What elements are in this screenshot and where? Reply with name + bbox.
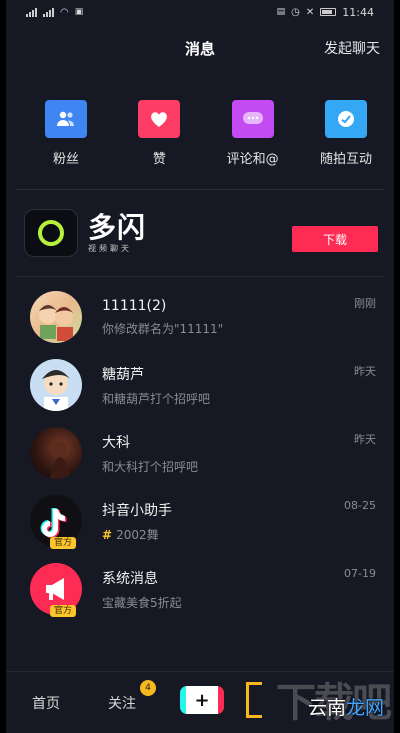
avatar — [30, 291, 82, 343]
page-title: 消息 — [184, 39, 215, 58]
conversation-item[interactable]: 11111(2) 你修改群名为"11111" 刚刚 — [6, 283, 394, 351]
conversation-name: 糖葫芦 — [102, 366, 144, 383]
duoshan-banner[interactable]: 多闪 视频聊天 下载 — [6, 190, 394, 276]
signal-icon-2 — [43, 7, 54, 17]
snap-interact-icon — [324, 100, 367, 138]
conversation-message: #2002舞 — [102, 526, 172, 543]
tab-follow[interactable]: 关注 — [108, 693, 136, 713]
conversation-item[interactable]: 官方 抖音小助手 #2002舞 08-25 — [6, 487, 394, 555]
conversation-name: 抖音小助手 — [102, 502, 172, 519]
notification-icon: ▣ — [74, 7, 84, 17]
conversation-message: 你修改群名为"11111" — [102, 321, 224, 336]
status-bar: ◠ ▣ ▤ ◷ ✕ 11:44 — [6, 0, 394, 24]
conversation-item[interactable]: 官方 系统消息 宝藏美食5折起 07-19 — [6, 555, 394, 623]
quick-action-label: 赞 — [152, 152, 166, 167]
watermark-front-a: 云南 — [307, 697, 346, 719]
app-subtitle: 视频聊天 — [88, 243, 132, 253]
follow-badge: 4 — [140, 680, 156, 696]
avatar: 官方 — [30, 563, 82, 617]
header: 消息 发起聊天 — [6, 24, 394, 72]
conversation-text: 11111(2) 你修改群名为"11111" — [102, 298, 223, 337]
download-button[interactable]: 下载 — [292, 226, 378, 252]
nfc-icon: ▤ — [276, 7, 286, 17]
conversation-name: 11111(2) — [102, 297, 167, 314]
hashtag-icon: # — [102, 527, 113, 542]
tab-home[interactable]: 首页 — [32, 693, 60, 713]
conversation-text: 大科 和大科打个招呼吧 — [102, 432, 198, 475]
conversation-list: 11111(2) 你修改群名为"11111" 刚刚 糖葫芦 和糖葫芦打个招呼吧 … — [6, 277, 394, 623]
conversation-item[interactable]: 大科 和大科打个招呼吧 昨天 — [6, 419, 394, 487]
quick-action-snap[interactable]: 随拍互动 — [310, 100, 382, 189]
comment-icon — [231, 100, 274, 138]
conversation-text: 抖音小助手 #2002舞 — [102, 500, 172, 543]
quick-action-label: 随拍互动 — [319, 152, 372, 167]
conversation-message-text: 2002舞 — [116, 527, 159, 542]
status-time: 11:44 — [342, 5, 374, 19]
conversation-name: 系统消息 — [102, 570, 158, 587]
conversation-message: 和糖葫芦打个招呼吧 — [102, 391, 211, 406]
official-badge: 官方 — [50, 537, 77, 549]
start-chat-button[interactable]: 发起聊天 — [324, 38, 380, 58]
heart-icon — [138, 100, 181, 138]
quick-action-fans[interactable]: 粉丝 — [30, 100, 102, 189]
quick-action-label: 评论和@ — [226, 152, 279, 167]
conversation-text: 糖葫芦 和糖葫芦打个招呼吧 — [102, 364, 210, 407]
alarm-icon: ◷ — [291, 6, 300, 18]
conversation-message: 宝藏美食5折起 — [102, 595, 182, 610]
conversation-time: 昨天 — [354, 365, 376, 378]
signal-icon — [26, 7, 37, 17]
conversation-time: 刚刚 — [354, 297, 376, 310]
wifi-icon: ◠ — [60, 6, 69, 18]
quick-action-comments[interactable]: 评论和@ — [217, 100, 289, 189]
conversation-item[interactable]: 糖葫芦 和糖葫芦打个招呼吧 昨天 — [6, 351, 394, 419]
quick-actions: 粉丝 赞 评论和@ 随拍互动 — [6, 72, 394, 189]
conversation-time: 昨天 — [354, 433, 376, 446]
app-name-block: 多闪 视频聊天 — [88, 210, 147, 254]
official-badge: 官方 — [50, 605, 77, 617]
conversation-time: 07-19 — [344, 567, 376, 580]
app-name: 多闪 — [88, 210, 147, 244]
conversation-message: 和大科打个招呼吧 — [102, 459, 199, 474]
create-button[interactable]: + — [180, 686, 224, 714]
watermark-front-b: 龙网 — [345, 697, 384, 719]
avatar — [30, 359, 82, 411]
mute-icon: ✕ — [305, 6, 315, 18]
messages-screen: ◠ ▣ ▤ ◷ ✕ 11:44 消息 发起聊天 粉丝 赞 评论和@ 随拍互动 多… — [6, 0, 394, 733]
watermark: 下载吧 云南龙网 — [244, 681, 394, 727]
conversation-name: 大科 — [102, 434, 130, 451]
quick-action-likes[interactable]: 赞 — [123, 100, 195, 189]
avatar — [30, 427, 82, 479]
conversation-time: 08-25 — [344, 499, 376, 512]
conversation-text: 系统消息 宝藏美食5折起 — [102, 568, 182, 611]
fans-icon — [45, 100, 87, 138]
avatar: 官方 — [30, 495, 82, 549]
watermark-front-text: 云南龙网 — [308, 693, 384, 720]
battery-icon — [320, 8, 337, 16]
quick-action-label: 粉丝 — [52, 152, 79, 167]
duoshan-logo-icon — [24, 209, 78, 257]
plus-icon: + — [194, 689, 210, 711]
